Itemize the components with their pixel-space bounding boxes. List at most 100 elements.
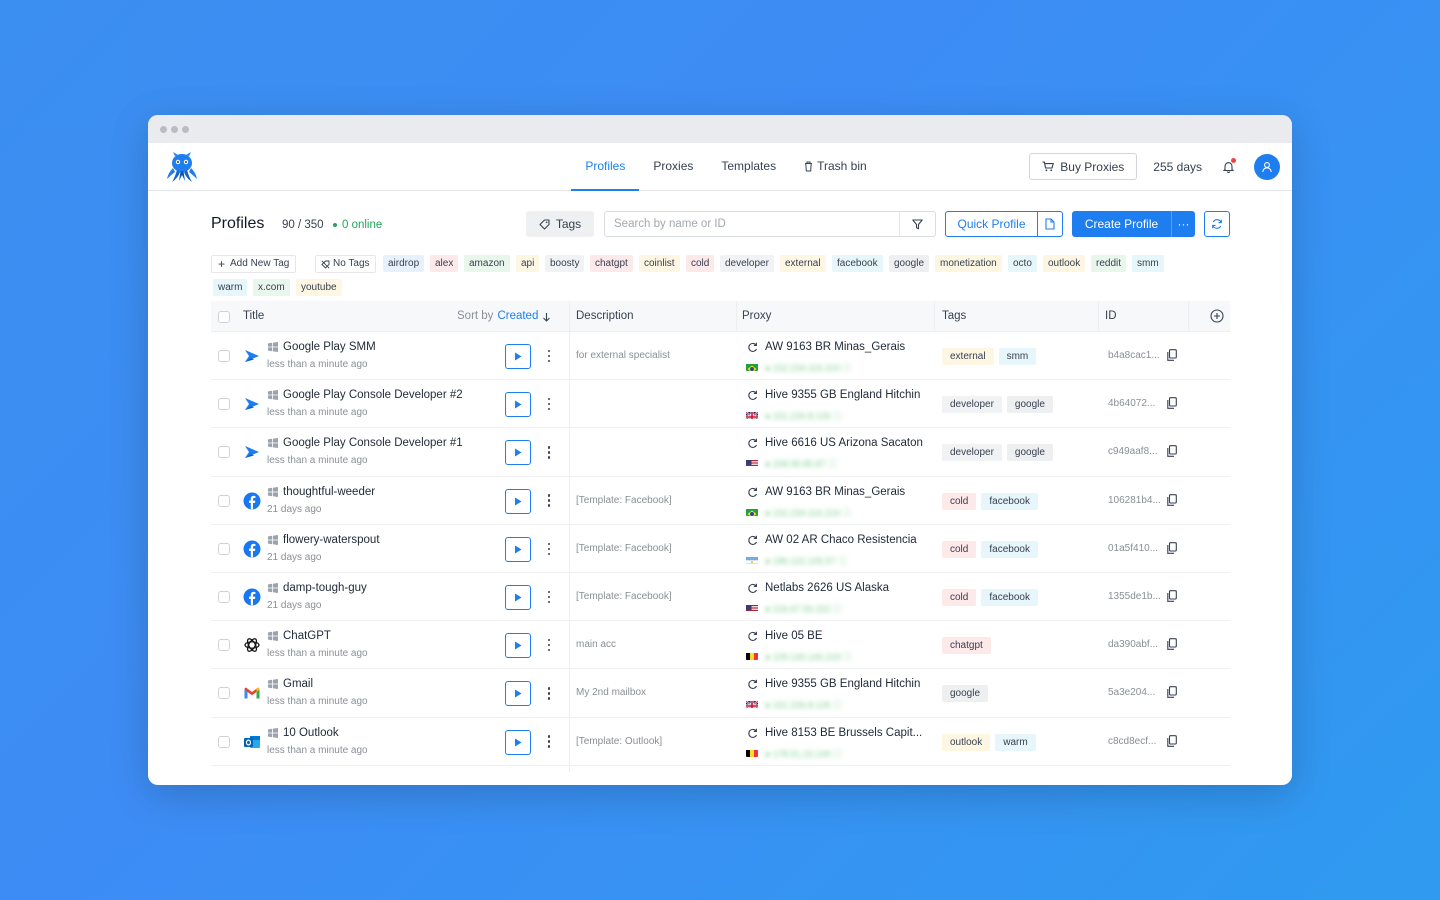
row-checkbox[interactable] bbox=[218, 542, 230, 555]
create-profile-more-button[interactable]: ··· bbox=[1171, 211, 1195, 237]
notifications-button[interactable] bbox=[1220, 157, 1236, 175]
tag-chip-octo[interactable]: octo bbox=[1008, 255, 1037, 272]
tag-chip-cold[interactable]: cold bbox=[686, 255, 715, 272]
sort-control[interactable]: Sort by Created bbox=[457, 301, 551, 332]
tag-chip-monetization[interactable]: monetization bbox=[935, 255, 1002, 272]
start-profile-button[interactable] bbox=[505, 536, 531, 562]
table-row[interactable]: ChatGPT less than a minute ago main acc Hiv… bbox=[211, 621, 1230, 670]
tags-button[interactable]: Tags bbox=[526, 211, 594, 237]
row-checkbox[interactable] bbox=[218, 398, 230, 411]
row-tag[interactable]: external bbox=[942, 348, 994, 365]
copy-icon[interactable] bbox=[1167, 541, 1177, 554]
tag-chip-external[interactable]: external bbox=[780, 255, 826, 272]
start-profile-button[interactable] bbox=[505, 392, 531, 418]
copy-icon[interactable] bbox=[1167, 493, 1177, 506]
row-checkbox[interactable] bbox=[218, 350, 230, 362]
table-row[interactable]: damp-tough-guy 21 days ago [Template: Face… bbox=[211, 573, 1230, 622]
tag-chip-chatgpt[interactable]: chatgpt bbox=[590, 255, 633, 272]
row-tag[interactable]: cold bbox=[942, 588, 977, 606]
row-menu-button[interactable] bbox=[546, 539, 552, 559]
profile-name[interactable]: ChatGPT bbox=[283, 630, 331, 642]
quick-profile-button[interactable]: Quick Profile bbox=[945, 211, 1038, 237]
start-profile-button[interactable] bbox=[505, 729, 531, 755]
row-menu-button[interactable] bbox=[546, 442, 552, 462]
nav-tab-profiles[interactable]: Profiles bbox=[571, 143, 640, 191]
row-checkbox[interactable] bbox=[218, 687, 230, 700]
row-checkbox[interactable] bbox=[218, 494, 230, 507]
proxy-refresh-icon[interactable] bbox=[747, 438, 758, 449]
row-checkbox[interactable] bbox=[218, 446, 230, 459]
row-tag[interactable]: facebook bbox=[981, 492, 1038, 510]
start-profile-button[interactable] bbox=[505, 344, 531, 369]
row-menu-button[interactable] bbox=[546, 732, 552, 752]
proxy-refresh-icon[interactable] bbox=[747, 342, 758, 353]
profile-name[interactable]: flowery-waterspout bbox=[283, 534, 380, 546]
profile-name[interactable]: Gmail bbox=[283, 678, 313, 690]
copy-icon[interactable] bbox=[1167, 445, 1177, 458]
start-profile-button[interactable] bbox=[505, 584, 531, 610]
row-tag[interactable]: cold bbox=[942, 492, 977, 510]
table-row[interactable]: thoughtful-weeder 21 days ago [Template: F… bbox=[211, 477, 1230, 525]
nav-tab-proxies[interactable]: Proxies bbox=[639, 143, 707, 191]
tag-chip-google[interactable]: google bbox=[889, 255, 930, 272]
table-row[interactable]: Google Play Console Developer #2 less tha… bbox=[211, 380, 1230, 429]
tag-chip-smm[interactable]: smm bbox=[1132, 255, 1164, 272]
row-tag[interactable]: facebook bbox=[981, 540, 1038, 558]
row-tag[interactable]: developer bbox=[942, 396, 1002, 414]
table-row[interactable]: flowery-waterspout 21 days ago [Template: … bbox=[211, 525, 1230, 573]
row-tag[interactable]: chatgpt bbox=[942, 637, 991, 655]
table-row[interactable]: Gmail less than a minute ago My 2nd mailbo… bbox=[211, 669, 1230, 718]
row-tag[interactable]: cold bbox=[942, 540, 977, 558]
no-tags-filter[interactable]: No Tags bbox=[315, 255, 376, 273]
table-row[interactable]: Google Play SMM less than a minute ago for… bbox=[211, 332, 1230, 381]
row-menu-button[interactable] bbox=[546, 394, 552, 414]
row-tag[interactable]: facebook bbox=[981, 588, 1038, 606]
nav-tab-templates[interactable]: Templates bbox=[707, 143, 790, 191]
quick-profile-template-button[interactable] bbox=[1037, 211, 1063, 237]
tag-chip-warm[interactable]: warm bbox=[213, 279, 248, 296]
tag-chip-facebook[interactable]: facebook bbox=[832, 255, 883, 272]
table-row[interactable]: 10 Outlook less than a minute ago [Templat… bbox=[211, 718, 1230, 766]
profile-name[interactable]: thoughtful-weeder bbox=[283, 486, 375, 498]
proxy-refresh-icon[interactable] bbox=[747, 679, 758, 690]
buy-proxies-button[interactable]: Buy Proxies bbox=[1029, 153, 1138, 180]
tag-chip-alex[interactable]: alex bbox=[430, 255, 459, 272]
profile-name[interactable]: 10 Outlook bbox=[283, 727, 339, 739]
row-tag[interactable]: outlook bbox=[942, 733, 991, 751]
table-row[interactable]: Google Play Console Developer #1 less tha… bbox=[211, 428, 1230, 477]
row-menu-button[interactable] bbox=[546, 346, 552, 366]
tag-chip-api[interactable]: api bbox=[516, 255, 540, 272]
row-tag[interactable]: developer bbox=[942, 444, 1002, 462]
row-menu-button[interactable] bbox=[546, 635, 552, 655]
tag-chip-outlook[interactable]: outlook bbox=[1043, 255, 1086, 272]
proxy-refresh-icon[interactable] bbox=[747, 390, 758, 401]
profile-name[interactable]: Google Play Console Developer #2 bbox=[283, 389, 463, 401]
user-avatar[interactable] bbox=[1254, 153, 1280, 180]
proxy-refresh-icon[interactable] bbox=[747, 487, 758, 498]
start-profile-button[interactable] bbox=[505, 488, 531, 514]
copy-icon[interactable] bbox=[1167, 734, 1177, 747]
tag-chip-amazon[interactable]: amazon bbox=[464, 255, 510, 272]
row-checkbox[interactable] bbox=[218, 735, 230, 748]
add-new-tag-button[interactable]: + Add New Tag bbox=[211, 255, 297, 273]
proxy-refresh-icon[interactable] bbox=[747, 631, 758, 642]
proxy-refresh-icon[interactable] bbox=[747, 728, 758, 739]
tag-chip-coinlist[interactable]: coinlist bbox=[639, 255, 680, 272]
tag-chip-boosty[interactable]: boosty bbox=[545, 255, 585, 272]
proxy-refresh-icon[interactable] bbox=[747, 583, 758, 594]
filter-button[interactable] bbox=[899, 212, 935, 236]
profile-name[interactable]: damp-tough-guy bbox=[283, 582, 367, 594]
row-tag[interactable]: warm bbox=[995, 733, 1036, 751]
start-profile-button[interactable] bbox=[505, 633, 531, 659]
tag-chip-reddit[interactable]: reddit bbox=[1091, 255, 1127, 272]
copy-icon[interactable] bbox=[1167, 397, 1177, 410]
search-input[interactable] bbox=[605, 212, 899, 236]
tag-chip-developer[interactable]: developer bbox=[720, 255, 774, 272]
copy-icon[interactable] bbox=[1167, 349, 1177, 361]
row-tag[interactable]: smm bbox=[998, 348, 1037, 365]
octopus-logo-icon[interactable] bbox=[165, 151, 199, 183]
row-checkbox[interactable] bbox=[218, 590, 230, 603]
copy-icon[interactable] bbox=[1167, 590, 1177, 602]
add-column-icon[interactable] bbox=[1210, 309, 1224, 323]
tag-chip-airdrop[interactable]: airdrop bbox=[383, 255, 425, 272]
